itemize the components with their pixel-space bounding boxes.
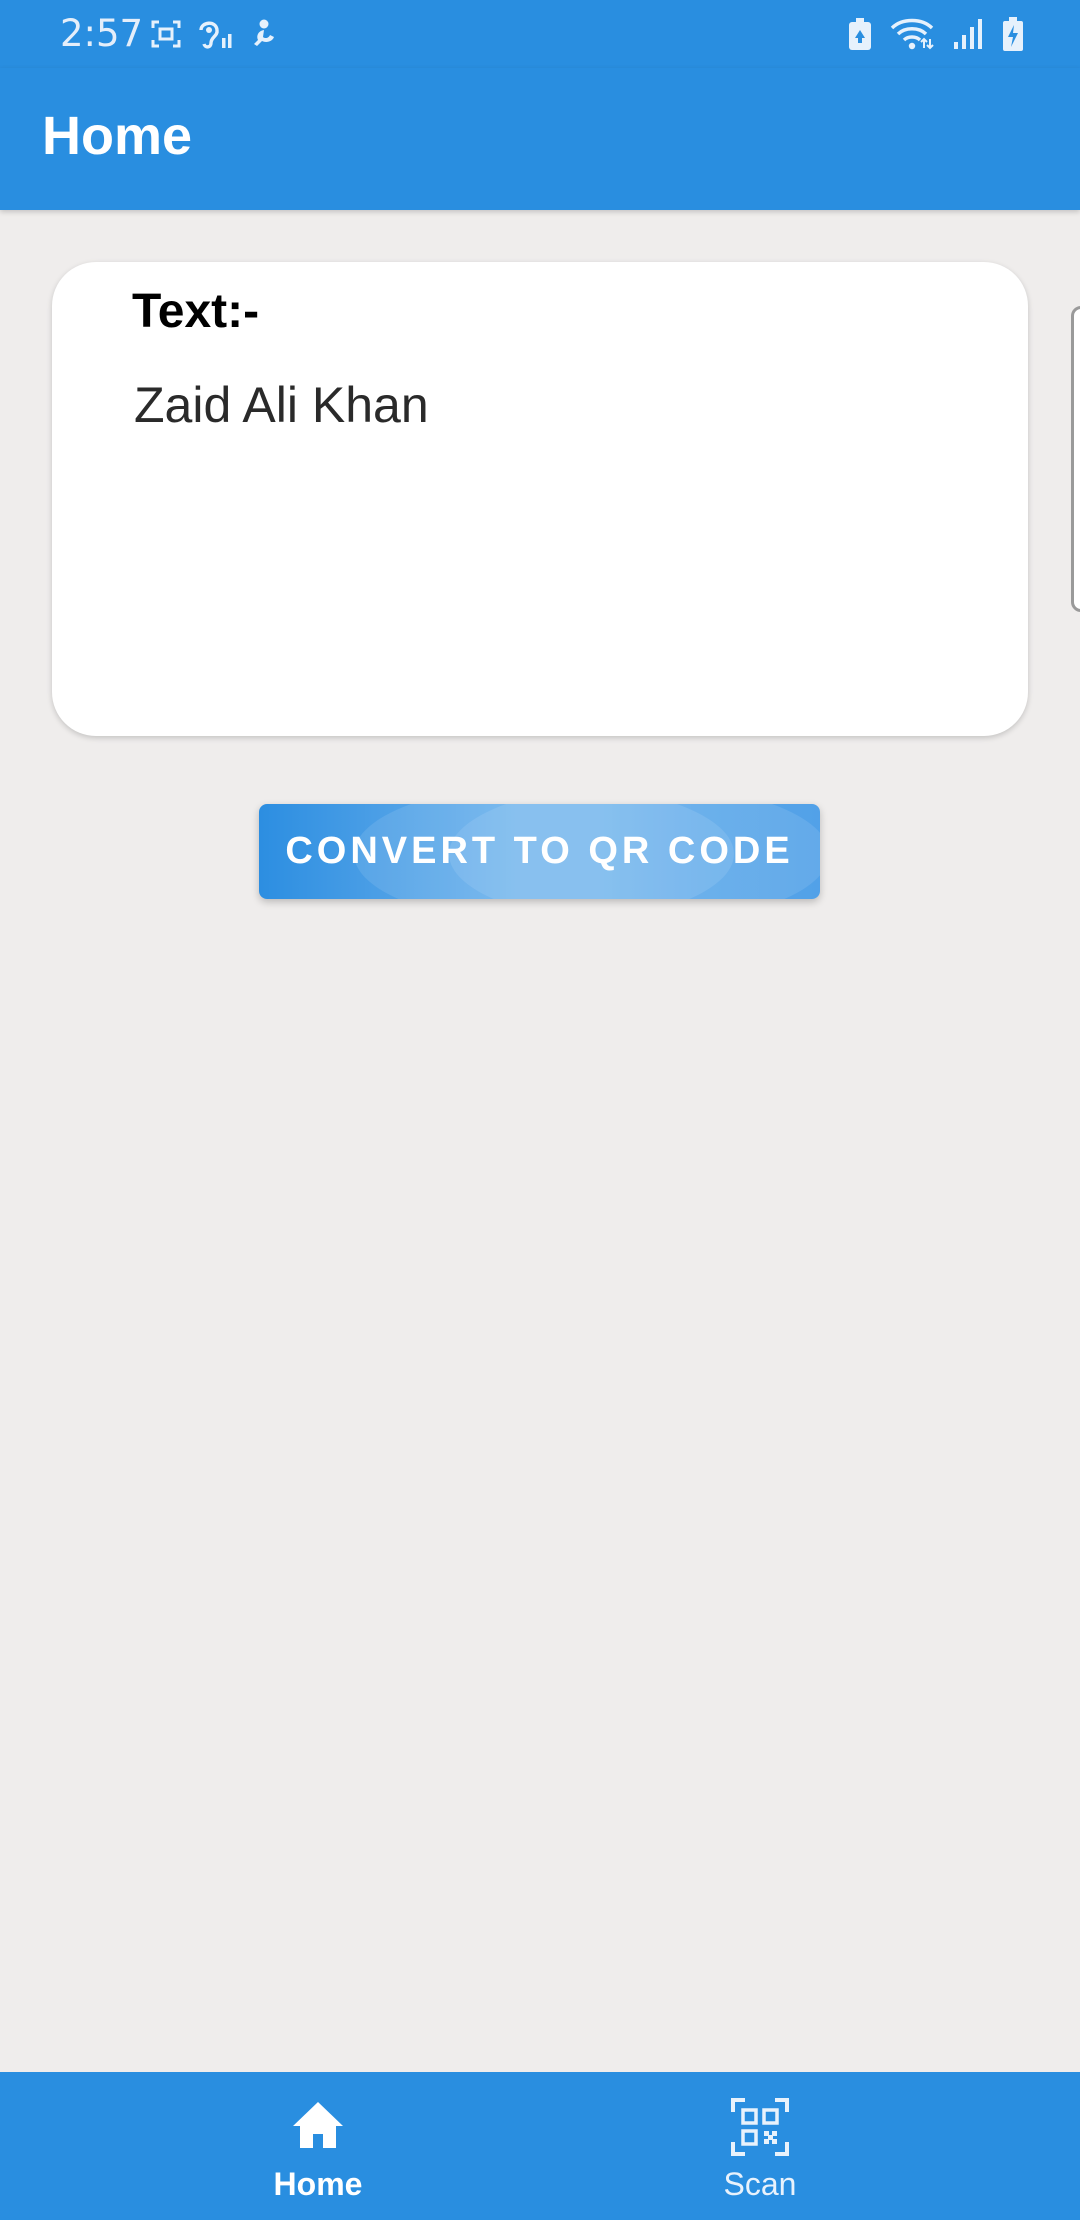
text-input-card: Text:- [52,262,1028,736]
screenshot-icon [150,19,182,49]
side-panel-handle[interactable] [1071,306,1080,612]
convert-to-qr-button[interactable]: CONVERT TO QR CODE [259,804,820,899]
text-field-label: Text:- [132,285,260,338]
signal-icon [952,18,984,50]
nav-item-scan[interactable]: Scan [490,2072,1030,2220]
home-icon [291,2098,345,2156]
hearing-icon [196,18,234,50]
text-input[interactable] [132,374,976,436]
bottom-navigation: Home Scan [0,2072,1080,2220]
nav-label-home: Home [273,2166,363,2202]
app-bar: Home [0,68,1080,210]
accessibility-icon [248,18,280,50]
status-left-icons [150,16,280,52]
battery-saver-icon [848,17,872,51]
page-title: Home [42,106,193,166]
wifi-icon [890,17,934,51]
status-bar: 2:57 [0,0,1080,68]
status-right-icons [848,14,1024,54]
battery-charging-icon [1002,16,1024,52]
qr-scan-icon [731,2098,789,2156]
status-time: 2:57 [60,12,144,55]
convert-button-label: CONVERT TO QR CODE [285,830,794,872]
nav-label-scan: Scan [723,2166,797,2202]
